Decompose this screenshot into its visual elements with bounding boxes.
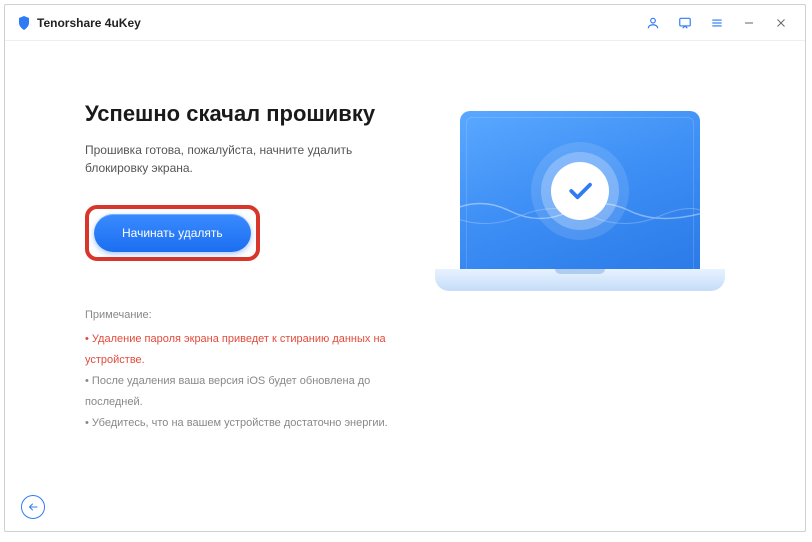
app-title: Tenorshare 4uKey <box>37 16 141 30</box>
note-warning: Удаление пароля экрана приведет к стиран… <box>85 329 415 371</box>
feedback-icon[interactable] <box>673 11 697 35</box>
app-logo-icon <box>17 16 31 30</box>
success-check-icon <box>551 162 609 220</box>
account-icon[interactable] <box>641 11 665 35</box>
page-subtext: Прошивка готова, пожалуйста, начните уда… <box>85 141 415 177</box>
page-heading: Успешно скачал прошивку <box>85 101 415 127</box>
notes-title: Примечание: <box>85 309 415 321</box>
laptop-base <box>435 269 725 291</box>
close-button[interactable] <box>769 11 793 35</box>
cta-highlight: Начинать удалять <box>85 205 260 261</box>
main-content: Успешно скачал прошивку Прошивка готова,… <box>5 41 805 531</box>
laptop-illustration <box>435 111 725 311</box>
app-window: Tenorshare 4uKey Успешно скачал прошивку… <box>4 4 806 532</box>
laptop-screen <box>460 111 700 271</box>
titlebar: Tenorshare 4uKey <box>5 5 805 41</box>
start-remove-button[interactable]: Начинать удалять <box>94 214 251 252</box>
minimize-button[interactable] <box>737 11 761 35</box>
menu-icon[interactable] <box>705 11 729 35</box>
left-pane: Успешно скачал прошивку Прошивка готова,… <box>85 101 415 511</box>
back-button[interactable] <box>21 495 45 519</box>
illustration-pane <box>415 101 745 511</box>
note-item: После удаления ваша версия iOS будет обн… <box>85 371 415 413</box>
note-item: Убедитесь, что на вашем устройстве доста… <box>85 413 415 434</box>
